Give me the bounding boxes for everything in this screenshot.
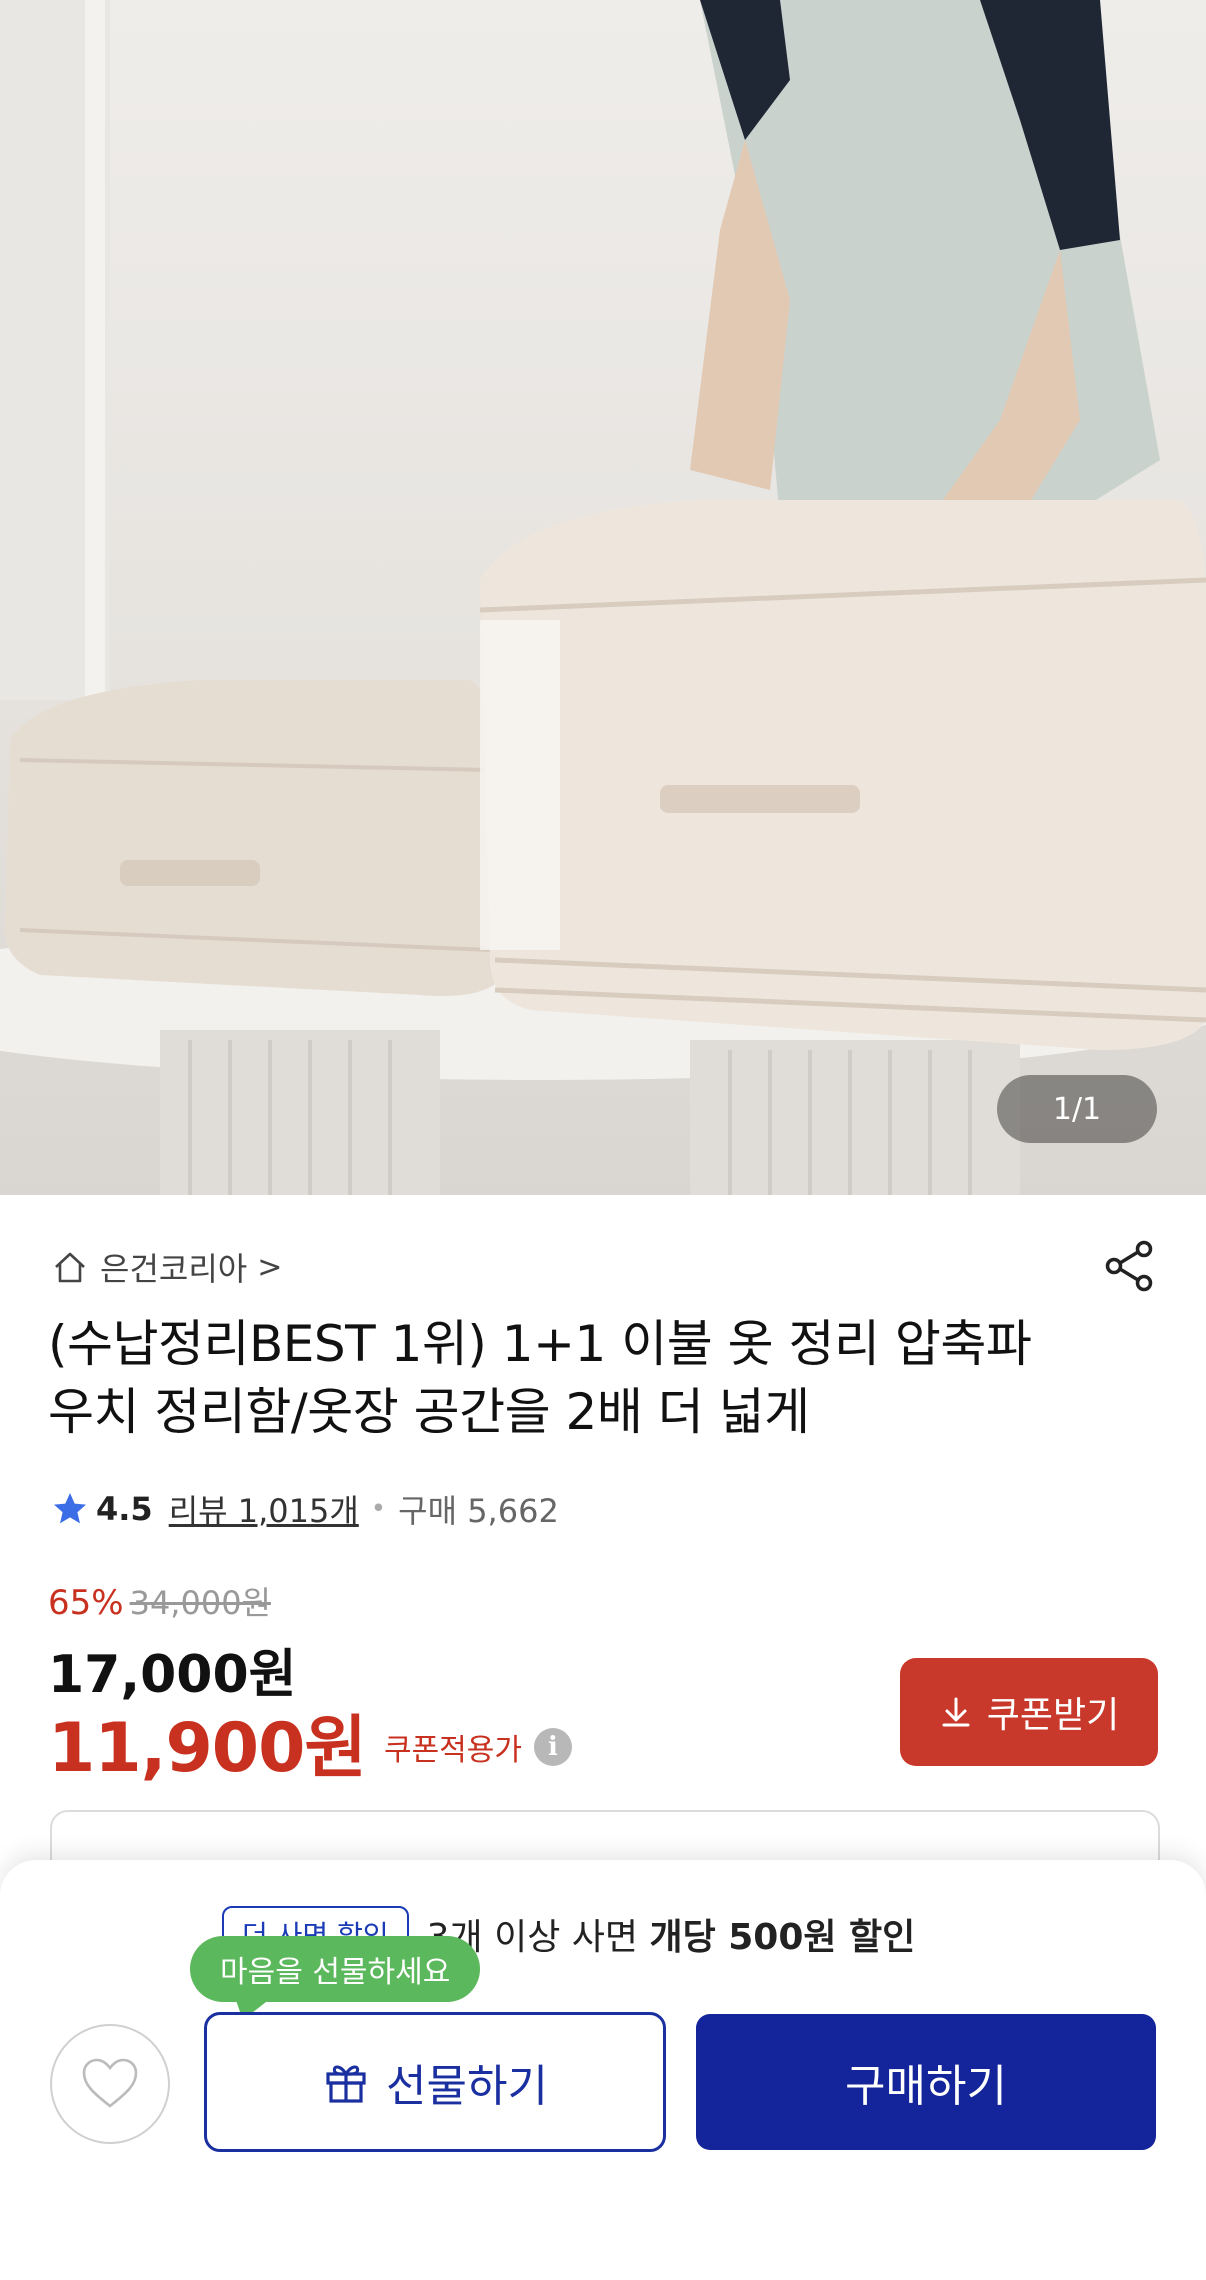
image-page-indicator: 1/1 (997, 1075, 1157, 1143)
coupon-price: 11,900원 (48, 1709, 367, 1788)
discount-row: 65% 34,000원 (48, 1578, 271, 1624)
bulk-discount-amount: 개당 500원 할인 (649, 1917, 916, 1958)
gift-button[interactable]: 선물하기 (204, 2012, 666, 2152)
seller-link[interactable]: 은건코리아 > (50, 1242, 282, 1292)
get-coupon-button[interactable]: 쿠폰받기 (900, 1658, 1158, 1766)
coupon-price-label: 쿠폰적용가 (383, 1732, 522, 1768)
original-price: 34,000원 (129, 1584, 271, 1622)
gift-label: 선물하기 (386, 2061, 548, 2112)
info-icon[interactable]: i (533, 1727, 572, 1766)
chevron-right-icon: > (257, 1249, 283, 1285)
wishlist-button[interactable] (50, 2024, 170, 2144)
share-icon[interactable] (1100, 1236, 1160, 1296)
separator-dot: • (370, 1494, 387, 1524)
home-icon (55, 1252, 85, 1283)
seller-name: 은건코리아 (100, 1250, 248, 1288)
rating-row: 4.5 리뷰 1,015개 • 구매 5,662 (50, 1484, 559, 1534)
download-icon (942, 1697, 970, 1727)
product-photo-illustration (0, 0, 1206, 1195)
bulk-discount-text: 3개 이상 사면 개당 500원 할인 (427, 1908, 916, 1960)
product-image[interactable]: 1/1 (0, 0, 1206, 1195)
discount-rate: 65% (48, 1583, 124, 1623)
coupon-price-row: 11,900원 쿠폰적용가 i (48, 1692, 572, 1791)
gift-tooltip: 마음을 선물하세요 (190, 1936, 481, 2002)
product-title: (수납정리BEST 1위) 1+1 이불 옷 정리 압축파우치 정리함/옷장 공… (48, 1315, 1032, 1441)
rating-value: 4.5 (96, 1490, 153, 1528)
purchase-count: 구매 5,662 (398, 1492, 559, 1530)
get-coupon-label: 쿠폰받기 (986, 1695, 1120, 1736)
buy-button[interactable]: 구매하기 (696, 2014, 1156, 2150)
review-count-link[interactable]: 리뷰 1,015개 (169, 1486, 359, 1532)
star-icon (54, 1493, 86, 1524)
gift-icon (326, 2065, 366, 2103)
heart-icon (82, 2058, 138, 2108)
